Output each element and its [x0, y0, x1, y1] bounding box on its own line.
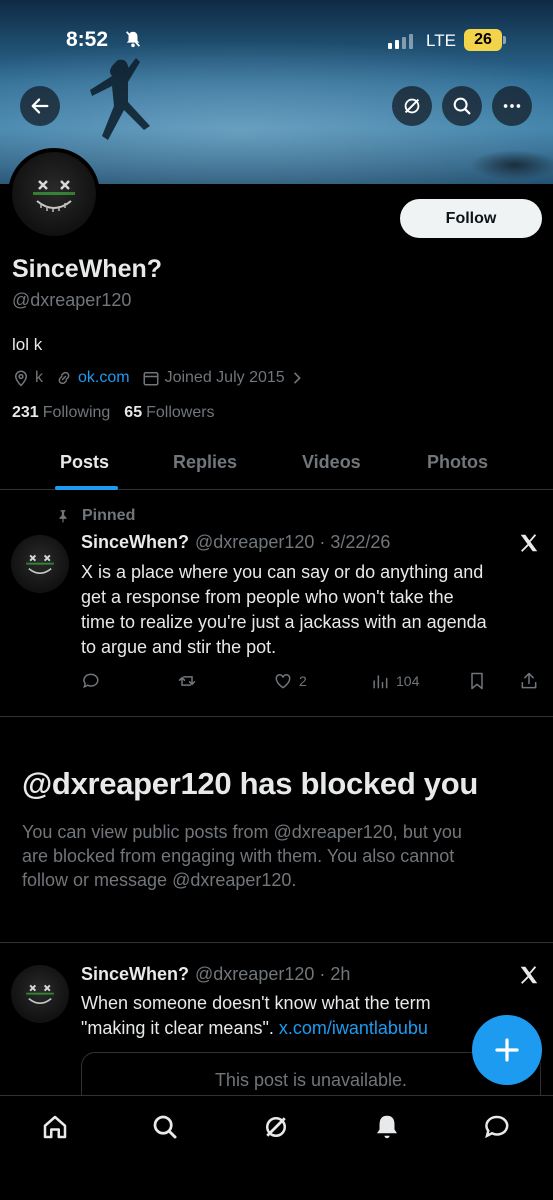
- tab-videos[interactable]: Videos: [302, 452, 361, 473]
- more-icon: [503, 104, 521, 108]
- profile-meta: k ok.com Joined July 2015: [12, 367, 322, 389]
- post-text: X is a place where you can say or do any…: [81, 562, 487, 657]
- nav-notifications[interactable]: [372, 1112, 402, 1142]
- more-options-button[interactable]: [492, 86, 532, 126]
- bookmark-icon: [471, 672, 483, 690]
- profile-handle: @dxreaper120: [12, 290, 132, 310]
- silent-mode-icon: [124, 30, 142, 53]
- avatar-mask-image: [26, 984, 54, 1005]
- grok-icon: [266, 1117, 286, 1137]
- network-label: LTE: [426, 31, 456, 50]
- follow-button[interactable]: Follow: [400, 199, 542, 238]
- repost-icon: [178, 676, 196, 686]
- location: k: [12, 369, 43, 387]
- nav-messages[interactable]: [482, 1112, 512, 1142]
- heart-icon: [275, 673, 291, 689]
- post-avatar[interactable]: [11, 965, 69, 1023]
- arrow-left-icon: [31, 98, 49, 114]
- compose-post-button[interactable]: [472, 1015, 542, 1085]
- search-button[interactable]: [442, 86, 482, 126]
- repost-button[interactable]: [177, 671, 203, 691]
- blocked-description: You can view public posts from @dxreaper…: [22, 822, 462, 890]
- signal-strength-icon: [388, 34, 413, 49]
- follow-counts: 231 Following 65 Followers: [12, 404, 229, 422]
- x-logo-icon: [520, 966, 538, 984]
- search-icon: [453, 97, 471, 115]
- profile-tabs: Posts Replies Videos Photos: [0, 440, 553, 490]
- post-avatar[interactable]: [11, 535, 69, 593]
- divider: [0, 716, 553, 717]
- post-author-name[interactable]: SinceWhen?: [81, 532, 189, 553]
- chat-bubble-icon: [485, 1115, 509, 1139]
- like-button[interactable]: 2: [273, 671, 307, 691]
- search-icon: [153, 1115, 177, 1139]
- joined-text: Joined July 2015: [164, 369, 285, 386]
- link-icon: [58, 371, 70, 385]
- plus-icon: [495, 1038, 519, 1062]
- bell-icon: [377, 1115, 397, 1139]
- post-actions: 2 104: [81, 671, 541, 693]
- home-icon: [43, 1115, 67, 1139]
- bottom-navigation: [0, 1095, 553, 1200]
- views-chart-icon: [373, 675, 388, 689]
- following-count-link[interactable]: 231 Following: [12, 404, 110, 422]
- grok-button[interactable]: [392, 86, 432, 126]
- nav-home[interactable]: [40, 1112, 70, 1142]
- avatar-mask-image: [33, 180, 75, 212]
- share-button[interactable]: [519, 671, 545, 691]
- reply-icon: [83, 673, 99, 689]
- tab-posts[interactable]: Posts: [60, 452, 109, 473]
- reply-button[interactable]: [81, 671, 107, 691]
- tab-replies[interactable]: Replies: [173, 452, 237, 473]
- bookmark-button[interactable]: [467, 671, 493, 691]
- status-bar: 8:52 LTE 26: [0, 26, 553, 56]
- post-author-meta: @dxreaper120 · 3/22/26: [195, 532, 391, 552]
- x-logo-icon: [520, 534, 538, 552]
- post-text: When someone doesn't know what the term …: [81, 993, 431, 1038]
- views-button[interactable]: 104: [370, 671, 419, 691]
- location-pin-icon: [14, 370, 28, 387]
- banner-silhouette: [90, 58, 150, 140]
- website-link[interactable]: ok.com: [78, 369, 130, 387]
- tab-photos[interactable]: Photos: [427, 452, 488, 473]
- nav-grok[interactable]: [261, 1112, 291, 1142]
- calendar-icon: [143, 372, 159, 386]
- active-tab-indicator: [55, 486, 118, 490]
- divider: [0, 942, 553, 943]
- chevron-right-icon: [293, 372, 301, 384]
- avatar-mask-image: [26, 554, 54, 575]
- profile-bio: lol k: [12, 335, 43, 354]
- back-button[interactable]: [20, 86, 60, 126]
- post-author-name[interactable]: SinceWhen?: [81, 964, 189, 985]
- post-author-meta: @dxreaper120 · 2h: [195, 964, 351, 984]
- view-count: 104: [396, 673, 420, 689]
- status-time: 8:52: [66, 28, 109, 51]
- blocked-title: @dxreaper120 has blocked you: [22, 766, 479, 801]
- post-header: SinceWhen? @dxreaper120 · 2h: [81, 964, 350, 985]
- followers-count-link[interactable]: 65 Followers: [124, 404, 214, 422]
- profile-display-name: SinceWhen?: [12, 255, 163, 283]
- grok-icon: [404, 98, 420, 114]
- nav-search[interactable]: [150, 1112, 180, 1142]
- banner-debris: [470, 150, 553, 180]
- pin-icon: [59, 510, 67, 523]
- profile-avatar[interactable]: [8, 148, 100, 240]
- share-icon: [521, 672, 537, 689]
- battery-icon: 26: [464, 29, 506, 51]
- post-header: SinceWhen? @dxreaper120 · 3/22/26: [81, 532, 390, 553]
- post-link[interactable]: x.com/iwantlabubu: [279, 1018, 428, 1038]
- pinned-label: Pinned: [56, 507, 135, 525]
- website[interactable]: ok.com: [55, 369, 130, 387]
- like-count: 2: [299, 673, 307, 689]
- joined-date[interactable]: Joined July 2015: [142, 369, 310, 387]
- location-text: k: [35, 369, 43, 386]
